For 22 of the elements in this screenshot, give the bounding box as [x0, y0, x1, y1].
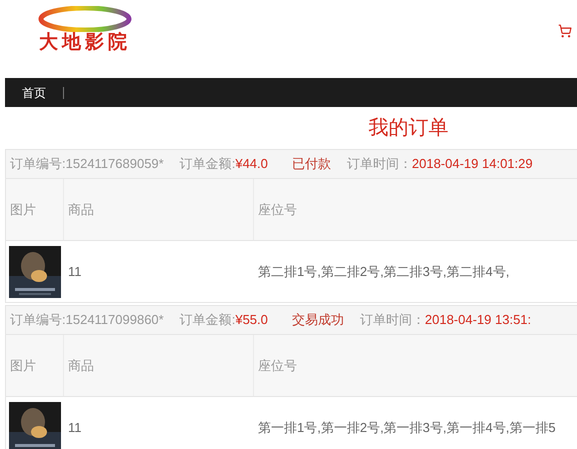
cart-icon[interactable] [558, 24, 572, 38]
page-title: 我的订单 [368, 116, 448, 141]
order-status: 交易成功 [292, 311, 344, 330]
order-number: 订单编号:1524117689059* [10, 155, 164, 174]
ring-icon [38, 6, 132, 32]
seat-list: 第一排1号,第一排2号,第一排3号,第一排4号,第一排5 [258, 420, 556, 435]
amount-label: 订单金额: [180, 311, 236, 330]
amount-label: 订单金额: [180, 155, 236, 174]
order-number: 订单编号:1524117099860* [10, 311, 164, 330]
order-amount: ¥55.0 [235, 311, 268, 330]
product-name: 11 [68, 264, 82, 279]
order-status: 已付款 [292, 155, 331, 174]
product-name: 11 [68, 420, 82, 435]
logo-text: 大地影院 [39, 33, 131, 52]
order-time: 2018-04-19 14:01:29 [412, 155, 533, 174]
order-time: 2018-04-19 13:51: [424, 311, 532, 330]
logo[interactable]: 大地影院 [5, 0, 165, 52]
time-label: 订单时间： [346, 155, 412, 174]
order-amount: ¥44.0 [235, 155, 268, 174]
time-label: 订单时间： [360, 311, 425, 330]
nav-link[interactable]: 首页 [5, 84, 63, 102]
seat-list: 第二排1号,第二排2号,第二排3号,第二排4号, [258, 264, 510, 279]
